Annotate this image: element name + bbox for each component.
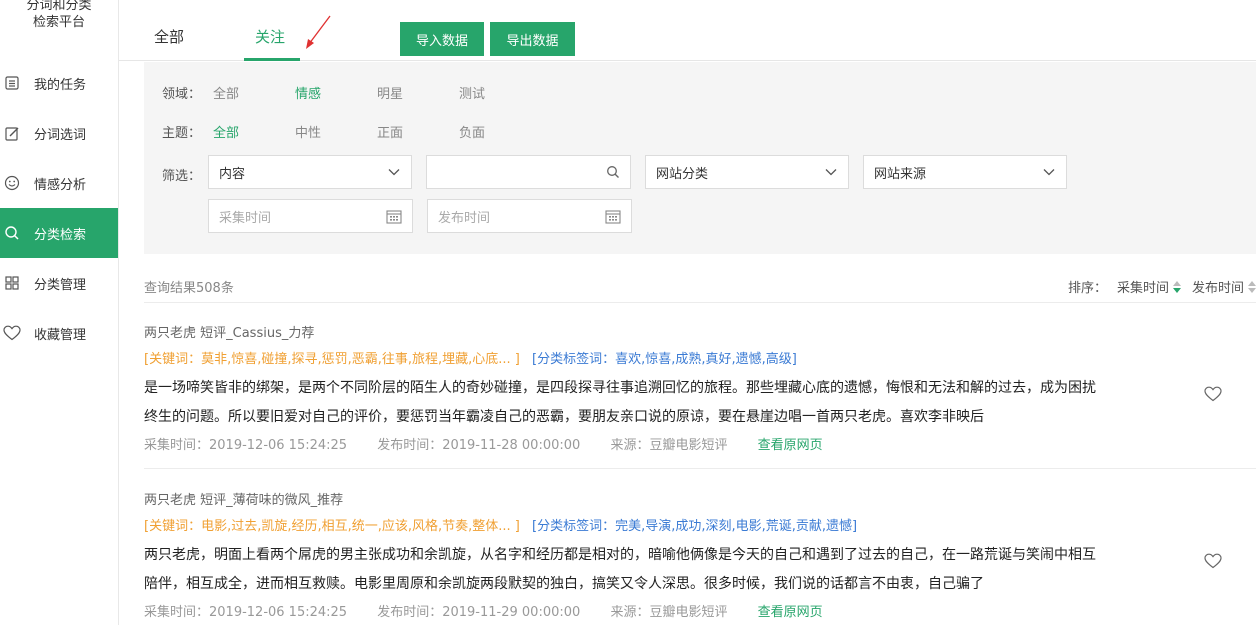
search-input[interactable] — [426, 155, 631, 189]
sidebar-item-sentiment[interactable]: 情感分析 — [0, 158, 118, 208]
content-select-value: 内容 — [219, 166, 246, 182]
export-data-button[interactable]: 导出数据 — [490, 22, 575, 56]
logo-line2: 检索平台 — [32, 15, 85, 30]
calendar-icon — [605, 210, 621, 224]
favorite-heart-icon[interactable] — [1204, 553, 1222, 569]
sidebar-item-category-manage[interactable]: 分类管理 — [0, 258, 118, 308]
domain-label: 领域： — [162, 87, 202, 102]
collect-time-picker[interactable]: 采集时间 — [208, 199, 413, 233]
view-original-link[interactable]: 查看原网页 — [758, 605, 823, 620]
item-tags: [关键词：莫非,惊喜,碰撞,探寻,惩罚,恶霸,往事,旅程,埋藏,心底... ] … — [144, 348, 797, 367]
item-publish-time: 发布时间：2019-11-29 00:00:00 — [377, 605, 581, 620]
annotation-arrow-icon — [306, 15, 331, 49]
item-meta: 采集时间：2019-12-06 15:24:25 发布时间：2019-11-28… — [144, 434, 823, 453]
site-category-select[interactable]: 网站分类 — [645, 155, 849, 189]
sort-arrow-icon[interactable] — [1172, 280, 1181, 294]
import-data-button[interactable]: 导入数据 — [400, 22, 484, 56]
site-source-value: 网站来源 — [874, 166, 927, 182]
sort-by-publish-time[interactable]: 发布时间 — [1192, 277, 1244, 296]
domain-option-star[interactable]: 明星 — [377, 83, 403, 102]
main-content: 全部 关注 导入数据 导出数据 领域： 全部 情感 明星 测试 主题： 全部 中… — [119, 0, 1256, 625]
edit-icon — [3, 124, 21, 142]
item-tags: [关键词：电影,过去,凯旋,经历,相互,统一,应该,风格,节奏,整体... ] … — [144, 515, 857, 534]
domain-option-test[interactable]: 测试 — [459, 83, 485, 102]
favorite-heart-icon[interactable] — [1204, 386, 1222, 402]
sidebar-item-label: 分类检索 — [34, 227, 87, 243]
chevron-down-icon — [825, 169, 837, 176]
sort-arrow-icon[interactable] — [1248, 280, 1256, 294]
screen-label: 筛选： — [162, 169, 202, 184]
topic-label: 主题： — [162, 126, 202, 141]
item-publish-time: 发布时间：2019-11-28 00:00:00 — [377, 438, 581, 453]
item-title: 两只老虎 短评_Cassius_力荐 — [144, 326, 315, 341]
item-title: 两只老虎 短评_薄荷味的微风_推荐 — [144, 493, 344, 508]
view-original-link[interactable]: 查看原网页 — [758, 438, 823, 453]
search-icon — [3, 224, 21, 242]
result-count: 查询结果508条 — [144, 281, 234, 296]
tab-all[interactable]: 全部 — [154, 26, 184, 47]
sidebar-item-my-tasks[interactable]: 我的任务 — [0, 58, 118, 108]
sidebar-item-word-segmentation[interactable]: 分词选词 — [0, 108, 118, 158]
heart-icon — [3, 324, 21, 342]
site-category-value: 网站分类 — [656, 166, 709, 182]
sidebar-item-label: 情感分析 — [34, 177, 87, 193]
site-source-select[interactable]: 网站来源 — [863, 155, 1067, 189]
item-source: 来源：豆瓣电影短评 — [610, 605, 728, 620]
item-keywords: [关键词：莫非,惊喜,碰撞,探寻,惩罚,恶霸,往事,旅程,埋藏,心底... ] — [144, 352, 520, 367]
tab-follow[interactable]: 关注 — [255, 26, 285, 47]
sidebar-nav: 我的任务 分词选词 情感分析 分类检索 分类管理 收藏管理 — [0, 58, 118, 358]
topic-option-positive[interactable]: 正面 — [377, 122, 403, 141]
tab-bar: 全部 关注 导入数据 导出数据 — [119, 0, 1256, 61]
topic-option-neutral[interactable]: 中性 — [295, 122, 321, 141]
grid-icon — [3, 274, 21, 292]
list-item: 两只老虎 短评_薄荷味的微风_推荐 [关键词：电影,过去,凯旋,经历,相互,统一… — [144, 470, 1256, 625]
item-collect-time: 采集时间：2019-12-06 15:24:25 — [144, 438, 348, 453]
content-select[interactable]: 内容 — [208, 155, 412, 189]
sidebar-item-favorites[interactable]: 收藏管理 — [0, 308, 118, 358]
sidebar-item-label: 分词选词 — [34, 127, 87, 143]
calendar-icon — [386, 210, 402, 224]
topic-option-all[interactable]: 全部 — [213, 122, 239, 141]
logo-line1: 分词和分类 — [26, 0, 92, 13]
smile-icon — [3, 174, 21, 192]
tab-active-indicator — [244, 58, 300, 61]
sidebar-item-label: 我的任务 — [34, 77, 87, 93]
app: 分词和分类 检索平台 我的任务 分词选词 情感分析 分类检索 分类管理 收藏管理… — [0, 0, 1256, 625]
item-body: 是一场啼笑皆非的绑架，是两个不同阶层的陌生人的奇妙碰撞，是四段探寻往事追溯回忆的… — [144, 380, 1096, 425]
item-class-tags: [分类标签词：喜欢,惊喜,成熟,真好,遗憾,高级] — [532, 352, 797, 367]
list-icon — [3, 74, 21, 92]
item-class-tags: [分类标签词：完美,导演,成功,深刻,电影,荒诞,贡献,遗憾] — [532, 519, 858, 534]
sidebar-item-label: 分类管理 — [34, 277, 87, 293]
collect-time-placeholder: 采集时间 — [219, 210, 272, 226]
item-keywords: [关键词：电影,过去,凯旋,经历,相互,统一,应该,风格,节奏,整体... ] — [144, 519, 520, 534]
filter-panel: 领域： 全部 情感 明星 测试 主题： 全部 中性 正面 负面 筛选： 内容 网… — [144, 62, 1256, 254]
sort-by-collect-time[interactable]: 采集时间 — [1117, 277, 1169, 296]
item-body: 两只老虎，明面上看两个屌虎的男主张成功和余凯旋，从名字和经历都是相对的，暗喻他俩… — [144, 547, 1096, 592]
chevron-down-icon — [1043, 169, 1055, 176]
sort-controls: 排序： 采集时间 发布时间 — [1068, 277, 1256, 296]
sort-label: 排序： — [1067, 281, 1107, 296]
sidebar-item-label: 收藏管理 — [34, 327, 87, 343]
domain-option-all[interactable]: 全部 — [213, 83, 239, 102]
logo: 分词和分类 检索平台 — [0, 0, 118, 57]
chevron-down-icon — [388, 169, 400, 176]
list-item: 两只老虎 短评_Cassius_力荐 [关键词：莫非,惊喜,碰撞,探寻,惩罚,恶… — [144, 303, 1256, 469]
sidebar-item-category-search[interactable]: 分类检索 — [0, 208, 118, 258]
topic-option-negative[interactable]: 负面 — [459, 122, 485, 141]
item-collect-time: 采集时间：2019-12-06 15:24:25 — [144, 605, 348, 620]
sidebar: 分词和分类 检索平台 我的任务 分词选词 情感分析 分类检索 分类管理 收藏管理 — [0, 0, 119, 625]
domain-option-emotion[interactable]: 情感 — [295, 83, 321, 102]
publish-time-picker[interactable]: 发布时间 — [427, 199, 632, 233]
publish-time-placeholder: 发布时间 — [438, 210, 491, 226]
results-bar: 查询结果508条 排序： 采集时间 发布时间 — [144, 271, 1256, 303]
item-meta: 采集时间：2019-12-06 15:24:25 发布时间：2019-11-29… — [144, 601, 823, 620]
item-source: 来源：豆瓣电影短评 — [610, 438, 728, 453]
search-icon[interactable] — [606, 165, 620, 179]
